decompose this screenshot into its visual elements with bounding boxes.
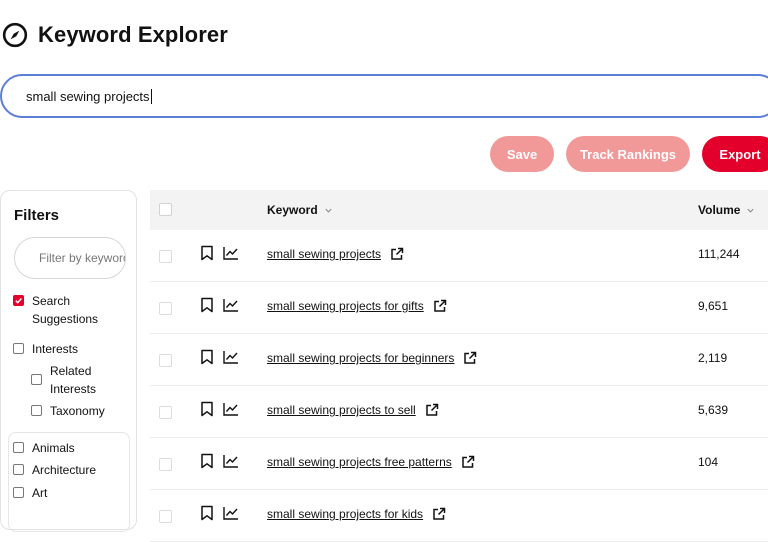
category-item[interactable]: Animals [13, 439, 75, 457]
keyword-link[interactable]: small sewing projects free patterns [267, 455, 475, 469]
category-item[interactable]: Art [13, 484, 47, 502]
row-checkbox[interactable] [159, 458, 172, 471]
row-checkbox[interactable] [159, 354, 172, 367]
table-row[interactable]: small sewing projects for kids [150, 490, 768, 542]
table-row[interactable]: small sewing projects for gifts 9,651 [150, 282, 768, 334]
category-label: Architecture [32, 463, 97, 477]
volume-value: 9,651 [698, 299, 729, 313]
trend-chart-icon[interactable] [223, 506, 239, 520]
filter-interests[interactable]: Interests [13, 340, 78, 358]
external-link-icon[interactable] [461, 455, 475, 469]
external-link-icon[interactable] [463, 351, 477, 365]
category-checkbox[interactable] [13, 487, 24, 498]
table-row[interactable]: small sewing projects 111,244 [150, 230, 768, 282]
row-checkbox[interactable] [159, 406, 172, 419]
volume-column-header[interactable]: Volume [698, 203, 755, 217]
volume-value: 5,639 [698, 403, 729, 417]
keyword-text: small sewing projects to sell [267, 403, 416, 417]
trend-chart-icon[interactable] [223, 402, 239, 416]
filter-related-interests[interactable]: Related Interests [31, 362, 110, 398]
export-button[interactable]: Export [702, 136, 768, 172]
filters-title: Filters [14, 207, 60, 224]
external-link-icon[interactable] [425, 403, 439, 417]
keyword-text: small sewing projects [267, 247, 382, 261]
interests-checkbox[interactable] [13, 343, 24, 354]
category-checkbox[interactable] [13, 442, 24, 453]
select-all-checkbox[interactable] [159, 203, 172, 216]
bookmark-icon[interactable] [200, 505, 214, 521]
filter-taxonomy[interactable]: Taxonomy [31, 402, 105, 420]
row-checkbox[interactable] [159, 302, 172, 315]
trend-chart-icon[interactable] [223, 454, 239, 468]
search-input-value: small sewing projects [26, 88, 150, 104]
related-interests-checkbox[interactable] [31, 374, 42, 385]
compass-icon [2, 22, 28, 48]
bookmark-icon[interactable] [200, 297, 214, 313]
page-header: Keyword Explorer [0, 22, 228, 48]
keyword-link[interactable]: small sewing projects for kids [267, 507, 446, 521]
external-link-icon[interactable] [390, 247, 404, 261]
keyword-link[interactable]: small sewing projects to sell [267, 403, 439, 417]
row-checkbox[interactable] [159, 250, 172, 263]
chevron-down-icon [325, 208, 332, 213]
keyword-link[interactable]: small sewing projects for gifts [267, 299, 447, 313]
bookmark-icon[interactable] [200, 401, 214, 417]
external-link-icon[interactable] [433, 299, 447, 313]
category-item[interactable]: Architecture [13, 461, 96, 479]
track-rankings-button[interactable]: Track Rankings [566, 136, 690, 172]
taxonomy-checkbox[interactable] [31, 405, 42, 416]
keyword-text: small sewing projects free patterns [267, 455, 452, 469]
trend-chart-icon[interactable] [223, 246, 239, 260]
filter-keyword-input[interactable]: Filter by keyword [14, 237, 126, 279]
category-label: Animals [32, 441, 75, 455]
search-input[interactable]: small sewing projects [0, 74, 768, 118]
bookmark-icon[interactable] [200, 349, 214, 365]
keyword-column-header[interactable]: Keyword [267, 203, 333, 217]
trend-chart-icon[interactable] [223, 298, 239, 312]
table-row[interactable]: small sewing projects free patterns 104 [150, 438, 768, 490]
volume-value: 104 [698, 455, 719, 469]
keyword-text: small sewing projects for kids [267, 507, 424, 521]
interests-label: Interests [32, 342, 79, 356]
taxonomy-label: Taxonomy [50, 404, 105, 418]
trend-chart-icon[interactable] [223, 350, 239, 364]
bookmark-icon[interactable] [200, 245, 214, 261]
text-caret [150, 88, 152, 104]
filter-search-suggestions[interactable]: Search Suggestions [13, 292, 112, 328]
keyword-link[interactable]: small sewing projects [267, 247, 404, 261]
table-row[interactable]: small sewing projects to sell 5,639 [150, 386, 768, 438]
external-link-icon[interactable] [432, 507, 446, 521]
volume-value: 2,119 [698, 351, 728, 365]
keyword-column-label: Keyword [267, 203, 318, 217]
volume-column-label: Volume [698, 203, 741, 217]
checkmark-icon [15, 298, 22, 304]
save-button[interactable]: Save [490, 136, 554, 172]
category-checkbox[interactable] [13, 464, 24, 475]
keyword-text: small sewing projects for gifts [267, 299, 424, 313]
related-interests-label: Related Interests [50, 364, 97, 396]
keyword-link[interactable]: small sewing projects for beginners [267, 351, 477, 365]
page-title: Keyword Explorer [38, 22, 228, 47]
search-suggestions-label: Search Suggestions [32, 294, 99, 326]
search-suggestions-checkbox[interactable] [13, 295, 24, 306]
table-header: Keyword Volume [150, 190, 768, 230]
volume-value: 111,244 [698, 247, 740, 261]
category-label: Art [32, 486, 48, 500]
table-row[interactable]: small sewing projects for beginners 2,11… [150, 334, 768, 386]
bookmark-icon[interactable] [200, 453, 214, 469]
chevron-down-icon [747, 208, 755, 213]
keyword-text: small sewing projects for beginners [267, 351, 455, 365]
